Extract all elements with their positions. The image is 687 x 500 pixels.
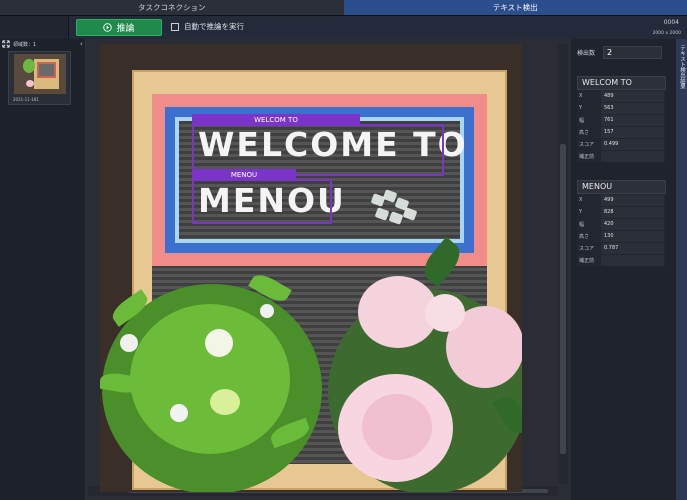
image-counter: 0004	[663, 19, 679, 26]
auto-infer-label: 自動で推論を実行	[184, 22, 244, 31]
auto-infer-option[interactable]: 自動で推論を実行	[171, 21, 244, 32]
region-panel: 領域数：1 ‹ 2021-11-181	[0, 39, 86, 500]
vertical-scroll-thumb[interactable]	[560, 144, 566, 454]
result-card-welcome: WELCOM TO X 489 Y 563 幅 761 高さ 157 スコア 0.499 …	[577, 76, 666, 162]
result-card-title: MENOU	[577, 180, 666, 194]
play-icon	[103, 23, 113, 32]
detection-count-label: 検出数	[577, 50, 596, 57]
expand-arrows-icon[interactable]	[2, 40, 10, 48]
result-field-x: X 489	[577, 90, 666, 102]
detection-box-menou[interactable]: MENOU	[192, 169, 332, 224]
tab-task-connection[interactable]: タスクコネクション	[0, 0, 344, 15]
tab-bar: タスクコネクション テキスト検出	[0, 0, 687, 16]
result-field-raw: 補正前	[577, 150, 666, 162]
detection-label-welcome: WELCOM TO	[192, 114, 360, 126]
infer-button[interactable]: 推論	[76, 19, 162, 36]
result-field-height: 高さ 130	[577, 230, 666, 242]
result-field-height: 高さ 157	[577, 126, 666, 138]
result-field-x: X 499	[577, 194, 666, 206]
result-field-score: スコア 0.499	[577, 138, 666, 150]
result-card-menou: MENOU X 499 Y 828 幅 420 高さ 130 スコア 0.787 補正前	[577, 180, 666, 266]
region-panel-header: 領域数：1	[0, 39, 85, 49]
image-thumbnail[interactable]: 2021-11-181	[8, 51, 71, 105]
thumbnail-image	[14, 54, 66, 94]
result-field-width: 幅 761	[577, 114, 666, 126]
detection-label-menou: MENOU	[192, 169, 296, 181]
result-field-score: スコア 0.787	[577, 242, 666, 254]
tab-text-detection[interactable]: テキスト検出	[343, 0, 687, 15]
side-tab-label: テキスト検出結果	[679, 45, 685, 89]
result-field-y: Y 563	[577, 102, 666, 114]
detection-count-row: 検出数 2	[577, 46, 663, 59]
image-resolution: 2000 x 2000	[652, 31, 681, 36]
vertical-scrollbar[interactable]	[558, 44, 568, 484]
glass-gems	[368, 189, 418, 229]
input-photo: WELCOME TO MENOU WELCOM TO MENOU	[100, 44, 522, 492]
infer-button-label: 推論	[116, 24, 135, 34]
thumbnail-caption: 2021-11-181	[13, 97, 39, 102]
region-count: 領域数：1	[13, 41, 37, 48]
result-field-y: Y 828	[577, 206, 666, 218]
auto-infer-checkbox[interactable]	[171, 22, 179, 31]
result-field-raw: 補正前	[577, 254, 666, 266]
result-field-width: 幅 420	[577, 218, 666, 230]
result-card-title: WELCOM TO	[577, 76, 666, 90]
detection-count-field: 2	[603, 46, 663, 59]
chevron-left-icon[interactable]: ‹	[80, 39, 83, 49]
side-tab-text-results[interactable]: テキスト検出結果	[676, 39, 687, 500]
